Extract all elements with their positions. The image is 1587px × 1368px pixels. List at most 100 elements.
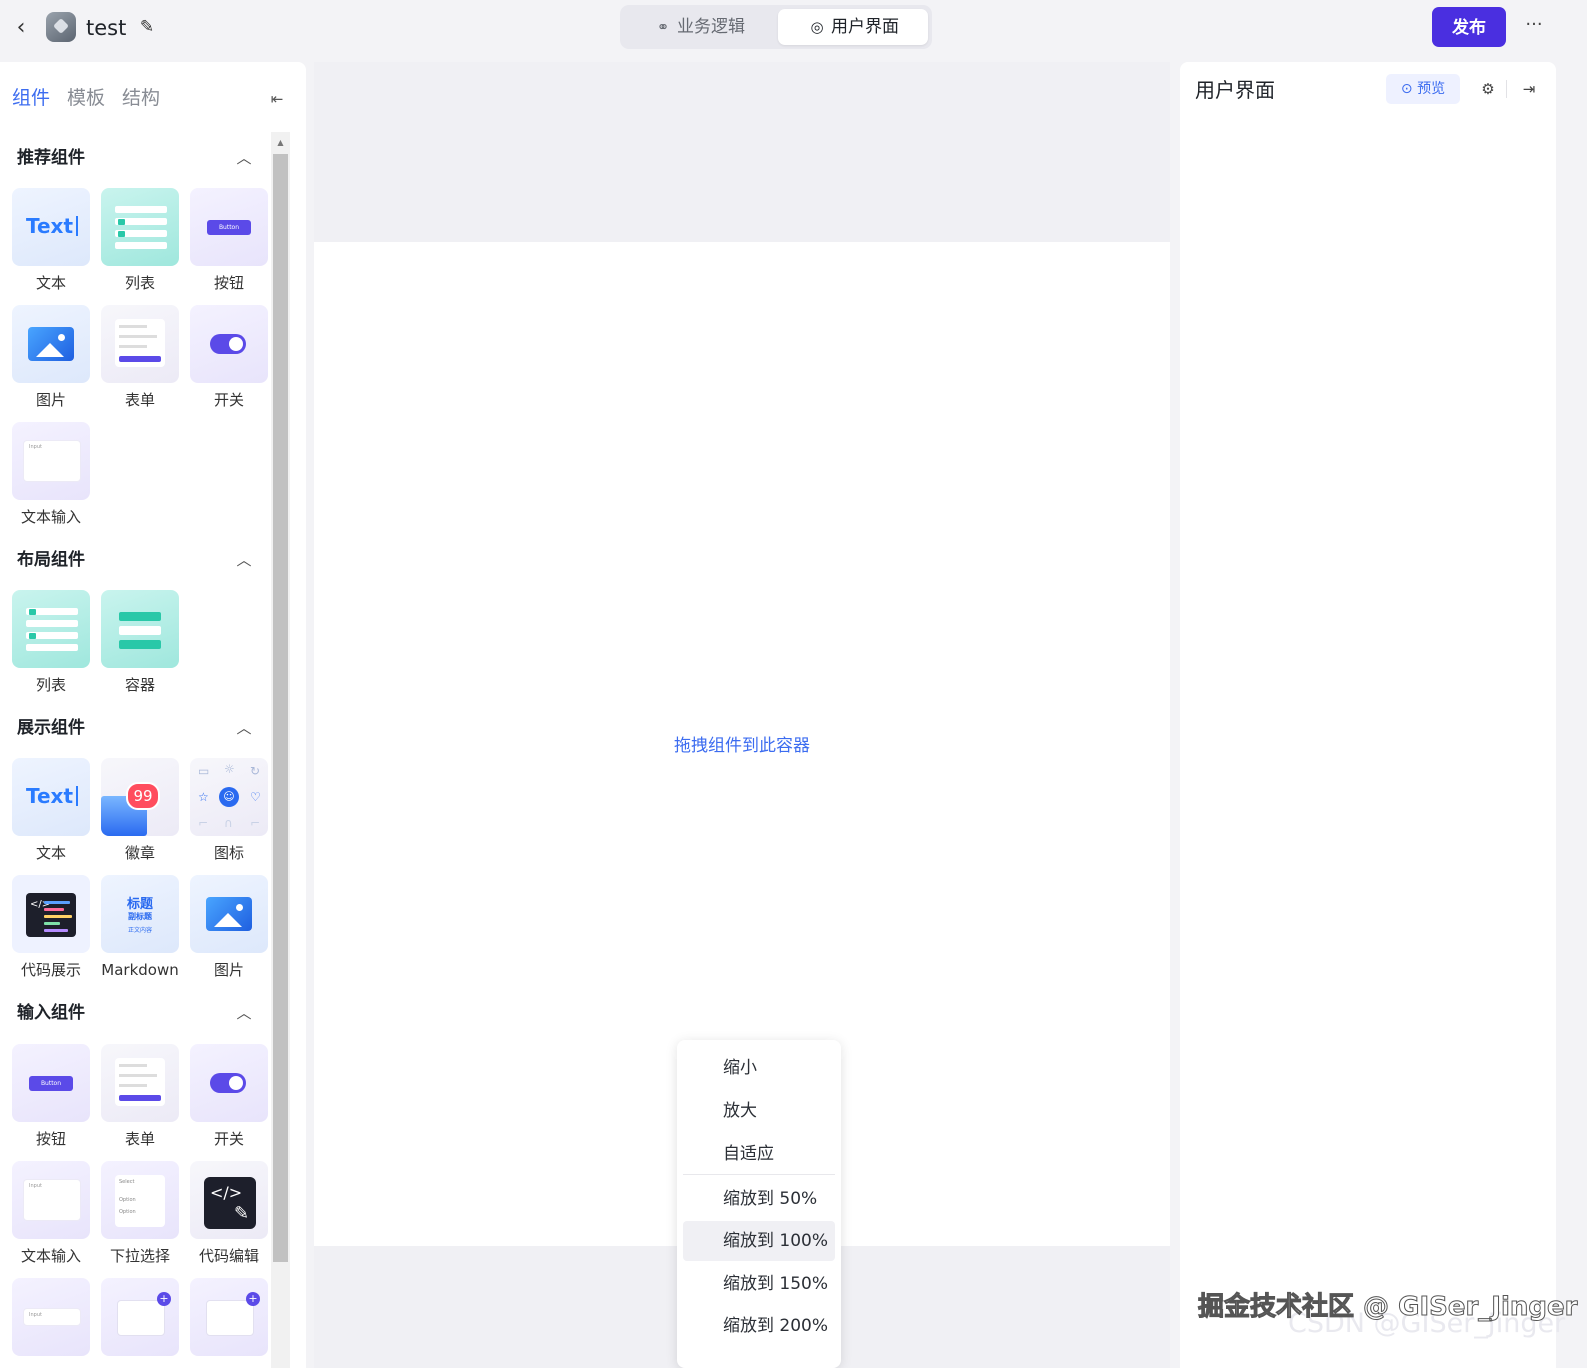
component-badge[interactable]: 99 徽章 — [100, 758, 180, 862]
code-editor-thumbnail: </> ✎ — [190, 1161, 268, 1239]
edit-icon[interactable]: ✎ — [136, 16, 158, 38]
divider — [1506, 80, 1507, 98]
zoom-150-item[interactable]: 缩放到 150% — [683, 1264, 835, 1304]
component-input-text[interactable]: 文本输入 — [11, 1161, 91, 1265]
preview-button[interactable]: ⊙ 预览 — [1386, 74, 1460, 104]
component-label: 文本 — [35, 844, 66, 862]
component-switch[interactable]: 开关 — [189, 305, 269, 409]
component-input-form[interactable]: 表单 — [100, 1044, 180, 1148]
component-list[interactable]: 列表 — [100, 188, 180, 292]
input-thumbnail — [12, 422, 90, 500]
tab-components[interactable]: 组件 — [12, 86, 50, 110]
scrollbar-thumb[interactable] — [273, 154, 288, 1262]
upload-thumbnail: + — [101, 1278, 179, 1356]
app-logo-icon — [46, 12, 76, 42]
component-display-text[interactable]: Text 文本 — [11, 758, 91, 862]
image-thumbnail — [190, 875, 268, 953]
scroll-up-icon[interactable]: ▲ — [271, 134, 290, 152]
drop-hint: 拖拽组件到此容器 — [674, 736, 810, 756]
publish-button[interactable]: 发布 — [1432, 7, 1506, 47]
palette-icon: ◎ — [810, 18, 824, 36]
component-label: 文本输入 — [20, 508, 81, 526]
zoom-100-item[interactable]: 缩放到 100% — [683, 1221, 835, 1261]
image-thumbnail — [12, 305, 90, 383]
chevron-up-icon[interactable]: ︿ — [233, 147, 255, 169]
component-label: 开关 — [213, 391, 244, 409]
component-text-input[interactable]: 文本输入 — [11, 422, 91, 526]
component-code-editor[interactable]: </> ✎ 代码编辑 — [189, 1161, 269, 1265]
component-input-switch[interactable]: 开关 — [189, 1044, 269, 1148]
component-label: 按钮 — [35, 1130, 66, 1148]
tab-structure[interactable]: 结构 — [122, 86, 160, 110]
app-title: test — [86, 16, 127, 40]
component-label: 开关 — [213, 1130, 244, 1148]
component-image-upload[interactable]: + — [189, 1278, 269, 1368]
container-thumbnail — [101, 590, 179, 668]
icon-thumbnail: ▭ ☼ ↻ ☆ ☺ ♡ ⌐ ∩ ⌐ — [190, 758, 268, 836]
back-button[interactable]: ‹ — [12, 14, 30, 42]
watermark-juejin: 掘金技术社区 @ GISer_Jinger — [1197, 1292, 1578, 1323]
zoom-out-item[interactable]: 缩小 — [683, 1048, 835, 1088]
component-icon[interactable]: ▭ ☼ ↻ ☆ ☺ ♡ ⌐ ∩ ⌐ 图标 — [189, 758, 269, 862]
mode-switch: ⚭ 业务逻辑 ◎ 用户界面 — [620, 5, 932, 49]
button-thumbnail: Button — [12, 1044, 90, 1122]
zoom-menu: 缩小 放大 自适应 缩放到 50% 缩放到 100% 缩放到 150% 缩放到 … — [677, 1040, 841, 1368]
zoom-fit-item[interactable]: 自适应 — [683, 1134, 835, 1174]
component-text[interactable]: Text 文本 — [11, 188, 91, 292]
window-edge — [1560, 0, 1587, 1368]
component-form[interactable]: 表单 — [100, 305, 180, 409]
component-container[interactable]: 容器 — [100, 590, 180, 694]
component-label: 代码展示 — [20, 961, 81, 979]
component-label: 列表 — [124, 274, 155, 292]
component-label: 表单 — [124, 1130, 155, 1148]
component-label: 代码编辑 — [198, 1247, 259, 1265]
section-title-display: 展示组件 — [17, 718, 85, 738]
section-title-input: 输入组件 — [17, 1003, 85, 1023]
component-label: 文本 — [35, 274, 66, 292]
component-display-image[interactable]: 图片 — [189, 875, 269, 979]
number-input-thumbnail — [12, 1278, 90, 1356]
component-number-input[interactable] — [11, 1278, 91, 1368]
zoom-200-item[interactable]: 缩放到 200% — [683, 1306, 835, 1346]
zoom-50-item[interactable]: 缩放到 50% — [683, 1179, 835, 1219]
menu-divider — [683, 1174, 835, 1175]
tab-templates[interactable]: 模板 — [67, 86, 105, 110]
component-label: 图标 — [213, 844, 244, 862]
chevron-up-icon[interactable]: ︿ — [233, 1002, 255, 1024]
component-label: 徽章 — [124, 844, 155, 862]
tab-business-logic[interactable]: ⚭ 业务逻辑 — [624, 9, 774, 45]
component-button[interactable]: Button 按钮 — [189, 188, 269, 292]
chevron-up-icon[interactable]: ︿ — [233, 717, 255, 739]
form-thumbnail — [101, 305, 179, 383]
section-title-recommended: 推荐组件 — [17, 148, 85, 168]
component-file-upload[interactable]: + — [100, 1278, 180, 1368]
component-select[interactable]: Select Option Option 下拉选择 — [100, 1161, 180, 1265]
component-label: 文本输入 — [20, 1247, 81, 1265]
more-menu-button[interactable]: ··· — [1520, 14, 1548, 40]
component-code-display[interactable]: </> 代码展示 — [11, 875, 91, 979]
list-thumbnail — [101, 188, 179, 266]
component-label: 按钮 — [213, 274, 244, 292]
component-image[interactable]: 图片 — [11, 305, 91, 409]
image-upload-thumbnail: + — [190, 1278, 268, 1356]
component-label: 容器 — [124, 676, 155, 694]
code-thumbnail: </> — [12, 875, 90, 953]
component-label: 图片 — [35, 391, 66, 409]
select-thumbnail: Select Option Option — [101, 1161, 179, 1239]
section-title-layout: 布局组件 — [17, 550, 85, 570]
text-thumbnail: Text — [12, 188, 90, 266]
switch-thumbnail — [190, 1044, 268, 1122]
form-thumbnail — [101, 1044, 179, 1122]
component-label: 表单 — [124, 391, 155, 409]
component-layout-list[interactable]: 列表 — [11, 590, 91, 694]
component-markdown[interactable]: 标题 副标题 正文内容 Markdown — [100, 875, 180, 979]
chevron-up-icon[interactable]: ︿ — [233, 549, 255, 571]
text-thumbnail: Text — [12, 758, 90, 836]
collapse-panel-icon[interactable]: ⇤ — [266, 88, 288, 110]
tab-user-interface[interactable]: ◎ 用户界面 — [778, 9, 928, 45]
flow-icon: ⚭ — [656, 18, 670, 36]
zoom-in-item[interactable]: 放大 — [683, 1091, 835, 1131]
component-input-button[interactable]: Button 按钮 — [11, 1044, 91, 1148]
expand-icon[interactable]: ⇥ — [1518, 78, 1540, 100]
gear-icon[interactable]: ⚙ — [1477, 78, 1499, 100]
